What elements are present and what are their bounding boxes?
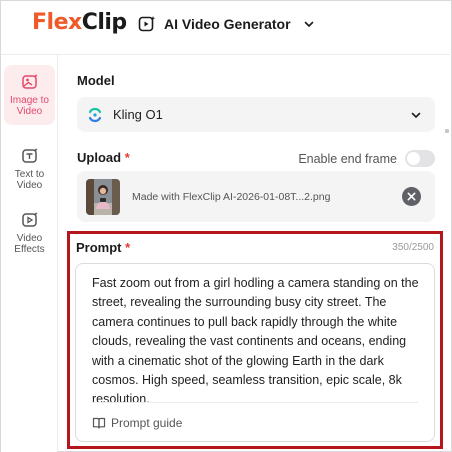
- prompt-label-text: Prompt: [76, 240, 122, 255]
- flexclip-logo[interactable]: FlexClip: [32, 10, 127, 35]
- prompt-text[interactable]: Fast zoom out from a girl hodling a came…: [92, 274, 426, 410]
- chevron-down-icon: [411, 112, 421, 118]
- model-label: Model: [77, 73, 115, 88]
- file-thumbnail: [86, 178, 120, 215]
- model-select[interactable]: Kling O1: [77, 97, 435, 132]
- end-frame-toggle-row: Enable end frame: [298, 150, 435, 167]
- end-frame-label: Enable end frame: [298, 151, 397, 166]
- sidebar-item-video-effects[interactable]: Video Effects: [4, 203, 55, 263]
- chevron-down-icon: [304, 21, 313, 27]
- prompt-label: Prompt *: [76, 240, 130, 255]
- top-header: FlexClip AI Video Generator: [1, 1, 452, 55]
- video-effects-icon: [21, 212, 38, 227]
- main-panel: Model Kling O1 Upload * Enable end frame: [59, 55, 452, 452]
- required-mark: *: [125, 240, 131, 255]
- upload-label-text: Upload: [77, 150, 122, 165]
- end-frame-toggle[interactable]: [405, 150, 435, 167]
- prompt-char-counter: 350/2500: [392, 242, 434, 253]
- logo-text-clip: Clip: [81, 10, 127, 35]
- sidebar-item-label: Video Effects: [14, 233, 45, 255]
- required-mark: *: [124, 150, 130, 165]
- ai-video-icon: [138, 16, 156, 32]
- sidebar-item-text-to-video[interactable]: Text to Video: [4, 139, 55, 199]
- image-to-video-icon: [21, 74, 38, 89]
- remove-file-icon[interactable]: [402, 187, 421, 206]
- book-icon: [92, 417, 106, 429]
- model-selected-value: Kling O1: [113, 107, 163, 122]
- toggle-knob: [407, 152, 420, 165]
- generator-dropdown[interactable]: AI Video Generator: [138, 15, 315, 33]
- prompt-guide-label: Prompt guide: [111, 416, 183, 430]
- prompt-guide-button[interactable]: Prompt guide: [92, 416, 182, 430]
- app-window: FlexClip AI Video Generator Image to Vid…: [0, 0, 452, 452]
- left-sidebar: Image to Video Text to Video Video Effec…: [1, 55, 58, 452]
- thumbnail-image: [86, 178, 120, 215]
- prompt-section-highlight: Prompt * 350/2500 Fast zoom out from a g…: [67, 231, 443, 449]
- sidebar-item-image-to-video[interactable]: Image to Video: [4, 65, 55, 125]
- divider: [92, 402, 418, 403]
- generator-label: AI Video Generator: [164, 16, 291, 32]
- file-name: Made with FlexClip AI-2026-01-08T...2.pn…: [132, 190, 331, 203]
- uploaded-file-card: Made with FlexClip AI-2026-01-08T...2.pn…: [77, 171, 435, 222]
- sidebar-item-label: Image to Video: [10, 95, 49, 117]
- kling-logo-icon: [88, 107, 102, 122]
- upload-label: Upload *: [77, 150, 130, 165]
- sidebar-item-label: Text to Video: [14, 169, 45, 191]
- scrollbar-thumb[interactable]: [445, 129, 449, 133]
- logo-text-flex: Flex: [32, 10, 82, 35]
- prompt-textarea[interactable]: Fast zoom out from a girl hodling a came…: [75, 263, 435, 442]
- text-to-video-icon: [21, 148, 38, 163]
